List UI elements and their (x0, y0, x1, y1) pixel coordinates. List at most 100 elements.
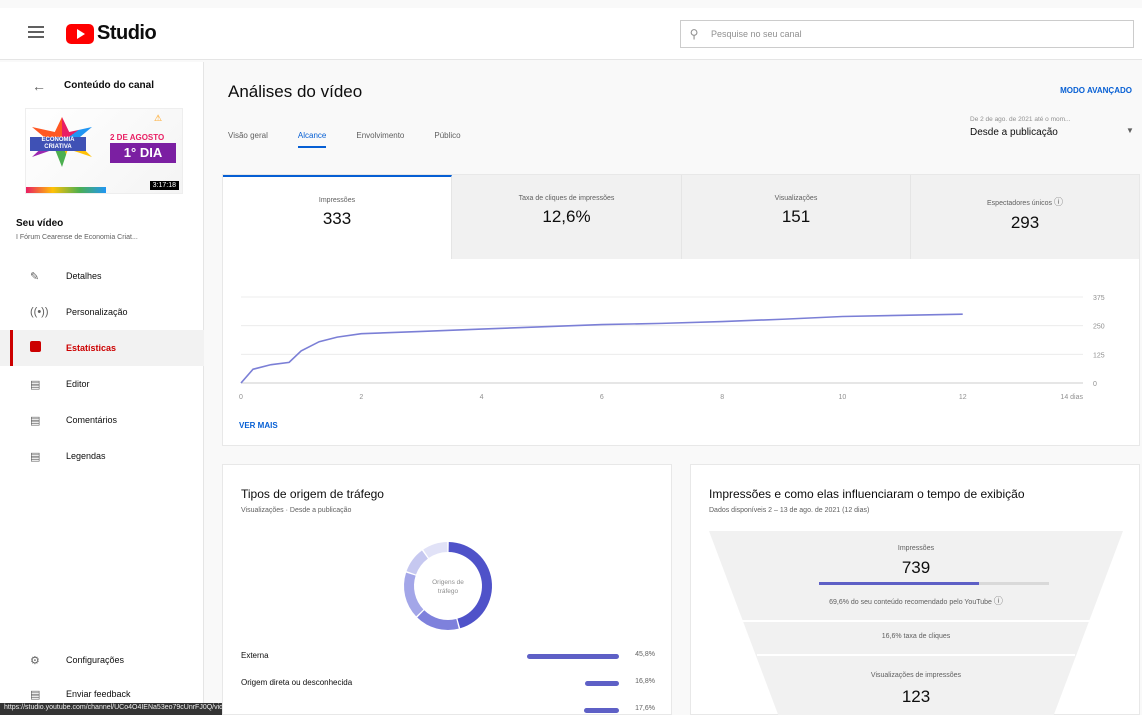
browser-status-url: https://studio.youtube.com/channel/UCo4O… (0, 703, 239, 715)
x-tick-label: 6 (600, 394, 604, 401)
metric-label: Taxa de cliques de impressões (518, 195, 615, 202)
recommended-progress-bar (819, 582, 1049, 585)
video-duration: 3:17:18 (149, 181, 179, 190)
page-title: Análises do vídeo (228, 82, 363, 101)
search-icon: ⚲ (689, 27, 699, 41)
funnel-impressions-label: Impressões (897, 545, 935, 552)
video-title: Seu vídeo (16, 218, 64, 229)
x-tick-label: 10 (839, 394, 847, 401)
date-range-detail: De 2 de ago. de 2021 até o mom... (970, 116, 1071, 123)
y-tick-label: 250 (1093, 324, 1105, 331)
thumbnail-date: 2 DE AGOSTO (110, 133, 165, 142)
traffic-row[interactable]: Externa 45,8% (241, 649, 655, 665)
advanced-mode-link[interactable]: MODO AVANÇADO (1060, 86, 1132, 95)
reach-metrics-card: Impressões 333 Taxa de cliques de impres… (222, 174, 1140, 446)
traffic-bar (527, 654, 619, 659)
metric-views[interactable]: Visualizações 151 (682, 175, 911, 259)
search-placeholder: Pesquise no seu canal (711, 29, 802, 39)
x-tick-label: 0 (239, 394, 243, 401)
top-bar: Studio ⚲ Pesquise no seu canal (0, 8, 1142, 60)
analytics-tabs: Visão geral Alcance Envolvimento Público (228, 131, 491, 148)
x-tick-label: 4 (480, 394, 484, 401)
info-icon[interactable]: ⓘ (994, 596, 1003, 606)
recommended-text: 69,6% do seu conteúdo recomendado pelo Y… (829, 596, 1003, 606)
traffic-bar (585, 681, 619, 686)
subtitles-icon: ▤ (30, 450, 41, 463)
traffic-title: Tipos de origem de tráfego (241, 487, 384, 501)
thumbnail-band: ECONOMIA CRIATIVA (30, 137, 86, 151)
metric-unique-viewers[interactable]: Espectadores únicos ⓘ 293 (911, 175, 1139, 259)
y-tick-label: 375 (1093, 295, 1105, 302)
metric-value: 151 (781, 207, 811, 226)
impressions-subtitle: Dados disponíveis 2 – 13 de ago. de 2021… (709, 507, 870, 514)
menu-icon[interactable] (28, 26, 44, 38)
metric-value: 333 (322, 209, 352, 228)
pencil-icon: ✎ (30, 270, 40, 283)
traffic-sources-card: Tipos de origem de tráfego Visualizações… (222, 464, 672, 715)
impressions-title: Impressões e como elas influenciaram o t… (709, 487, 1025, 501)
recommended-progress-fill (819, 582, 980, 585)
x-tick-label: 14 dias (1060, 394, 1083, 401)
youtube-play-icon (66, 23, 94, 44)
sidebar-item-settings[interactable]: ⚙ Configurações (0, 642, 204, 678)
funnel-impressions-value: 739 (901, 558, 931, 577)
funnel-views-value: 123 (901, 687, 931, 706)
metric-value: 293 (1010, 213, 1040, 232)
impressions-funnel-card: Impressões e como elas influenciaram o t… (690, 464, 1140, 715)
metric-value: 12,6% (542, 207, 591, 226)
thumbnail-stripe (26, 187, 106, 193)
traffic-subtitle: Visualizações · Desde a publicação (241, 507, 352, 514)
sidebar-item-customization[interactable]: ((•)) Personalização (0, 294, 204, 330)
metric-impressions[interactable]: Impressões 333 (223, 175, 452, 259)
see-more-link[interactable]: VER MAIS (239, 421, 278, 430)
donut-segment (406, 550, 428, 575)
date-range-value: Desde a publicação (970, 127, 1058, 138)
sidebar-item-details[interactable]: ✎ Detalhes (0, 258, 204, 294)
metric-label: Espectadores únicos ⓘ (987, 197, 1063, 207)
sidebar-item-subtitles[interactable]: ▤ Legendas (0, 438, 204, 474)
tab-engagement[interactable]: Envolvimento (356, 131, 404, 148)
x-tick-label: 8 (720, 394, 724, 401)
video-thumbnail[interactable]: ECONOMIA CRIATIVA ⚠ 2 DE AGOSTO 1° DIA 3… (25, 108, 183, 194)
app-name: Studio (97, 22, 157, 44)
traffic-row[interactable]: 17,6% (241, 703, 655, 715)
date-range-selector[interactable]: De 2 de ago. de 2021 até o mom... Desde … (970, 116, 1134, 138)
comment-icon: ▤ (30, 414, 41, 427)
donut-label-line-2: tráfego (438, 588, 459, 595)
tab-overview[interactable]: Visão geral (228, 131, 268, 148)
sidebar-header: ← Conteúdo do canal (0, 76, 204, 96)
warning-icon: ⚠ (154, 113, 163, 123)
metric-ctr[interactable]: Taxa de cliques de impressões 12,6% (452, 175, 682, 259)
sidebar: ← Conteúdo do canal ECONOMIA CRIATIVA ⚠ … (0, 62, 204, 715)
back-arrow-icon[interactable]: ← (32, 78, 46, 94)
broadcast-icon: ((•)) (30, 306, 49, 318)
x-tick-label: 12 (959, 394, 967, 401)
donut-segment (417, 610, 459, 630)
y-tick-label: 0 (1093, 381, 1097, 388)
sidebar-item-editor[interactable]: ▤ Editor (0, 366, 204, 402)
funnel-views-label: Visualizações de impressões (870, 672, 962, 679)
thumbnail-day: 1° DIA (110, 143, 176, 163)
feedback-icon: ▤ (30, 688, 41, 701)
ctr-text: 16,6% taxa de cliques (881, 633, 951, 640)
impressions-line-chart: 0 125 250 375 0 2 4 6 8 10 12 14 dias (239, 295, 1105, 401)
x-tick-label: 2 (359, 394, 363, 401)
gear-icon: ⚙ (30, 654, 40, 667)
traffic-row[interactable]: Origem direta ou desconhecida 16,8% (241, 676, 655, 692)
info-icon[interactable]: ⓘ (1054, 197, 1063, 207)
sidebar-title: Conteúdo do canal (64, 80, 154, 91)
donut-segment (404, 572, 424, 617)
tab-audience[interactable]: Público (434, 131, 460, 148)
film-icon: ▤ (30, 378, 41, 391)
traffic-donut-chart: Origens de tráfego (404, 542, 492, 630)
sidebar-item-comments[interactable]: ▤ Comentários (0, 402, 204, 438)
dropdown-caret-icon: ▼ (1126, 126, 1134, 135)
donut-segment (423, 542, 448, 558)
donut-label-line-1: Origens de (432, 579, 464, 586)
sidebar-item-analytics[interactable]: Estatísticas (0, 330, 204, 366)
studio-logo[interactable]: Studio (66, 22, 157, 45)
traffic-bar (583, 708, 619, 713)
search-input[interactable]: ⚲ Pesquise no seu canal (680, 20, 1134, 48)
metric-label: Visualizações (774, 195, 818, 202)
tab-reach[interactable]: Alcance (297, 131, 327, 148)
